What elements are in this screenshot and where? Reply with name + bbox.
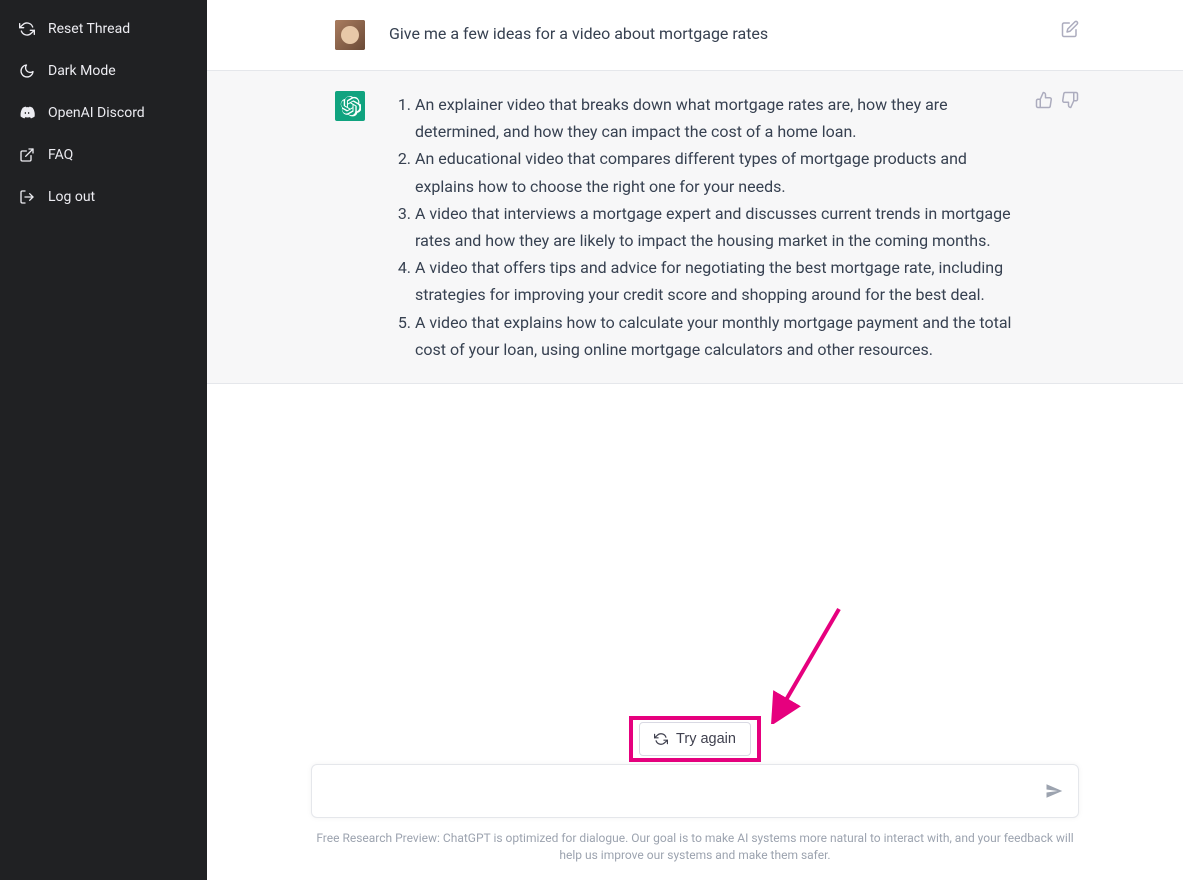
message-input-box (311, 764, 1079, 818)
try-again-button[interactable]: Try again (639, 722, 751, 756)
sidebar-item-label: Dark Mode (48, 63, 116, 79)
external-link-icon (18, 146, 36, 164)
sidebar-item-label: Log out (48, 189, 95, 205)
sidebar-item-label: Reset Thread (48, 21, 130, 37)
assistant-message: An explainer video that breaks down what… (207, 71, 1183, 384)
assistant-message-content: An explainer video that breaks down what… (389, 91, 1055, 363)
user-avatar (335, 20, 365, 50)
sidebar-item-logout[interactable]: Log out (8, 176, 199, 218)
send-button[interactable] (1040, 777, 1068, 805)
send-icon (1045, 782, 1063, 800)
user-message: Give me a few ideas for a video about mo… (207, 0, 1183, 71)
list-item: A video that interviews a mortgage exper… (415, 200, 1015, 254)
sidebar-item-faq[interactable]: FAQ (8, 134, 199, 176)
list-item: A video that explains how to calculate y… (415, 309, 1015, 363)
thumbs-up-icon[interactable] (1035, 91, 1053, 109)
assistant-idea-list: An explainer video that breaks down what… (389, 91, 1015, 363)
moon-icon (18, 62, 36, 80)
conversation-scroll[interactable]: Give me a few ideas for a video about mo… (207, 0, 1183, 722)
sidebar-item-reset-thread[interactable]: Reset Thread (8, 8, 199, 50)
list-item: An explainer video that breaks down what… (415, 91, 1015, 145)
sidebar-item-label: FAQ (48, 147, 73, 163)
discord-icon (18, 104, 36, 122)
try-again-label: Try again (676, 731, 736, 747)
edit-icon[interactable] (1061, 20, 1079, 38)
list-item: A video that offers tips and advice for … (415, 254, 1015, 308)
composer-area: Try again Free Research P (207, 722, 1183, 880)
message-input[interactable] (312, 765, 1078, 813)
sidebar: Reset Thread Dark Mode OpenAI Discord FA… (0, 0, 207, 880)
sidebar-item-dark-mode[interactable]: Dark Mode (8, 50, 199, 92)
try-again-wrap: Try again (639, 722, 751, 756)
refresh-icon (654, 732, 668, 746)
disclaimer-text: Free Research Preview: ChatGPT is optimi… (311, 830, 1079, 864)
list-item: An educational video that compares diffe… (415, 145, 1015, 199)
sidebar-item-discord[interactable]: OpenAI Discord (8, 92, 199, 134)
assistant-avatar (335, 91, 365, 121)
refresh-icon (18, 20, 36, 38)
main-panel: Give me a few ideas for a video about mo… (207, 0, 1183, 880)
user-message-text: Give me a few ideas for a video about mo… (389, 20, 1055, 50)
thumbs-down-icon[interactable] (1061, 91, 1079, 109)
logout-icon (18, 188, 36, 206)
sidebar-item-label: OpenAI Discord (48, 105, 145, 121)
